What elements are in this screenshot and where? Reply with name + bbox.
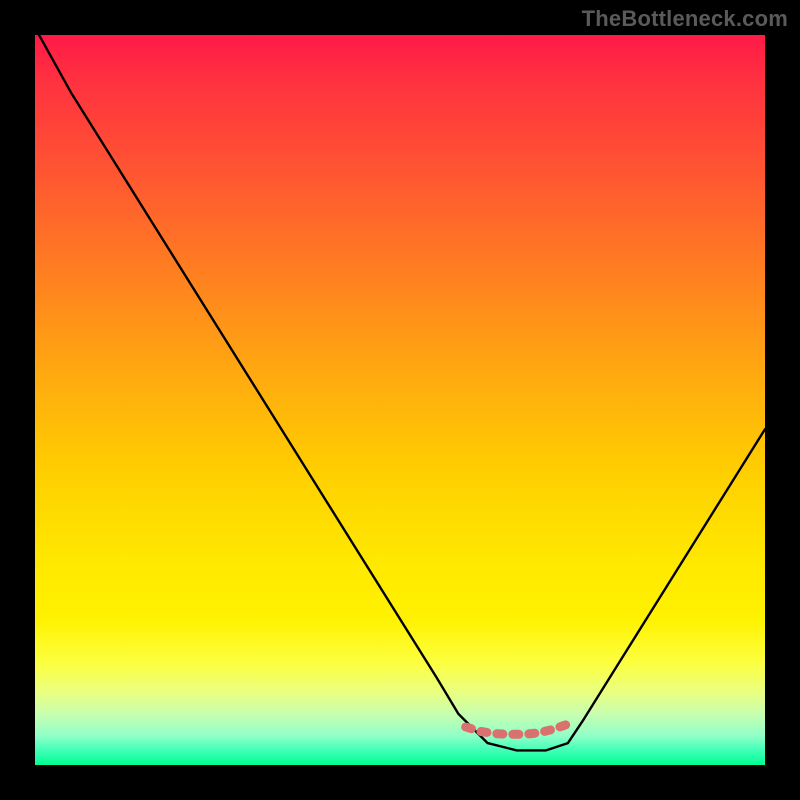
chart-frame: TheBottleneck.com [0, 0, 800, 800]
watermark-text: TheBottleneck.com [582, 6, 788, 32]
sweet-spot-band [466, 724, 568, 734]
chart-svg [35, 35, 765, 765]
plot-area [35, 35, 765, 765]
bottleneck-curve-line [35, 35, 765, 750]
